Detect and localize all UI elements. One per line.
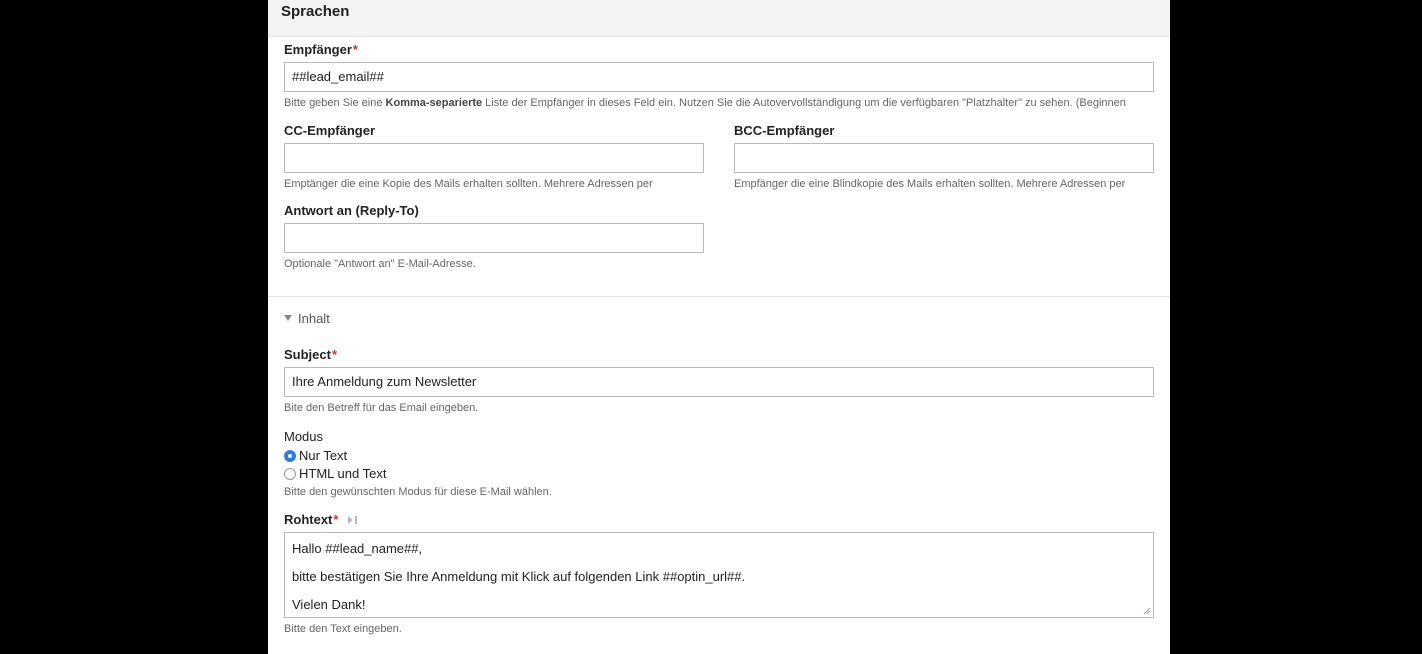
raw-text-line: bitte bestätigen Sie Ihre Anmeldung mit …	[292, 569, 746, 584]
required-marker: *	[333, 512, 339, 527]
bcc-label: BCC-Empfänger	[734, 123, 835, 138]
triangle-down-icon	[284, 314, 292, 321]
radio-checked-icon[interactable]	[284, 450, 296, 462]
raw-text-label: Rohtext*	[284, 512, 359, 528]
content-group-legend: Inhalt	[298, 311, 330, 326]
mode-option-label: Nur Text	[299, 448, 348, 463]
raw-text-textarea[interactable]: Hallo ##lead_name##, bitte bestätigen Si…	[284, 532, 1154, 618]
mode-option-text-only[interactable]: Nur Text	[284, 448, 347, 464]
required-marker: *	[331, 347, 338, 362]
mode-option-html-text[interactable]: HTML und Text	[284, 466, 386, 482]
reply-to-label: Antwort an (Reply-To)	[284, 203, 419, 218]
subject-help: Bite den Betreff für das Email eingeben.	[284, 402, 479, 414]
raw-text-line: Hallo ##lead_name##,	[292, 541, 423, 556]
recipients-input[interactable]: ##lead_email##	[284, 62, 1154, 92]
content-group-toggle[interactable]: Inhalt	[284, 311, 330, 327]
mode-option-label: HTML und Text	[299, 466, 387, 481]
bcc-help: Empfänger die eine Blindkopie des Mails …	[734, 178, 1126, 190]
subject-input[interactable]: Ihre Anmeldung zum Newsletter	[284, 367, 1154, 397]
section-title: Sprachen	[281, 3, 350, 20]
mode-label: Modus	[284, 429, 324, 444]
cc-help: Emptänger die eine Kopie des Mails erhal…	[284, 178, 653, 190]
raw-text-line: Vielen Dank!	[292, 597, 366, 612]
raw-text-label-text: Rohtext	[284, 512, 333, 527]
editor-toggle-icon[interactable]	[347, 515, 359, 525]
recipients-help: Bitte geben Sie eine Komma-separierte Li…	[284, 96, 1154, 110]
resize-grip-icon[interactable]	[1143, 607, 1151, 615]
mode-help: Bitte den gewünschten Modus für diese E-…	[284, 486, 552, 498]
subject-label: Subject*	[284, 347, 337, 363]
reply-to-help: Optionale "Antwort an" E-Mail-Adresse.	[284, 258, 476, 270]
bcc-input[interactable]	[734, 143, 1154, 173]
recipients-label: Empfänger*	[284, 42, 358, 58]
raw-text-help: Bitte den Text eingeben.	[284, 623, 402, 635]
recipients-help-rest: Liste der Empfänger in dieses Feld ein. …	[482, 97, 1126, 109]
recipients-label-text: Empfänger	[284, 42, 352, 57]
recipients-help-bold: Komma-separierte	[385, 97, 483, 109]
section-divider	[268, 296, 1170, 297]
recipients-help-text: Bitte geben Sie eine	[284, 97, 386, 109]
subject-label-text: Subject	[284, 347, 331, 362]
reply-to-input[interactable]	[284, 223, 704, 253]
required-marker: *	[352, 42, 358, 57]
email-settings-panel: Sprachen Empfänger* ##lead_email## Bitte…	[268, 0, 1170, 654]
cc-input[interactable]	[284, 143, 704, 173]
section-header[interactable]: Sprachen	[268, 0, 1170, 37]
radio-unchecked-icon[interactable]	[284, 468, 296, 480]
cc-label: CC-Empfänger	[284, 123, 376, 138]
